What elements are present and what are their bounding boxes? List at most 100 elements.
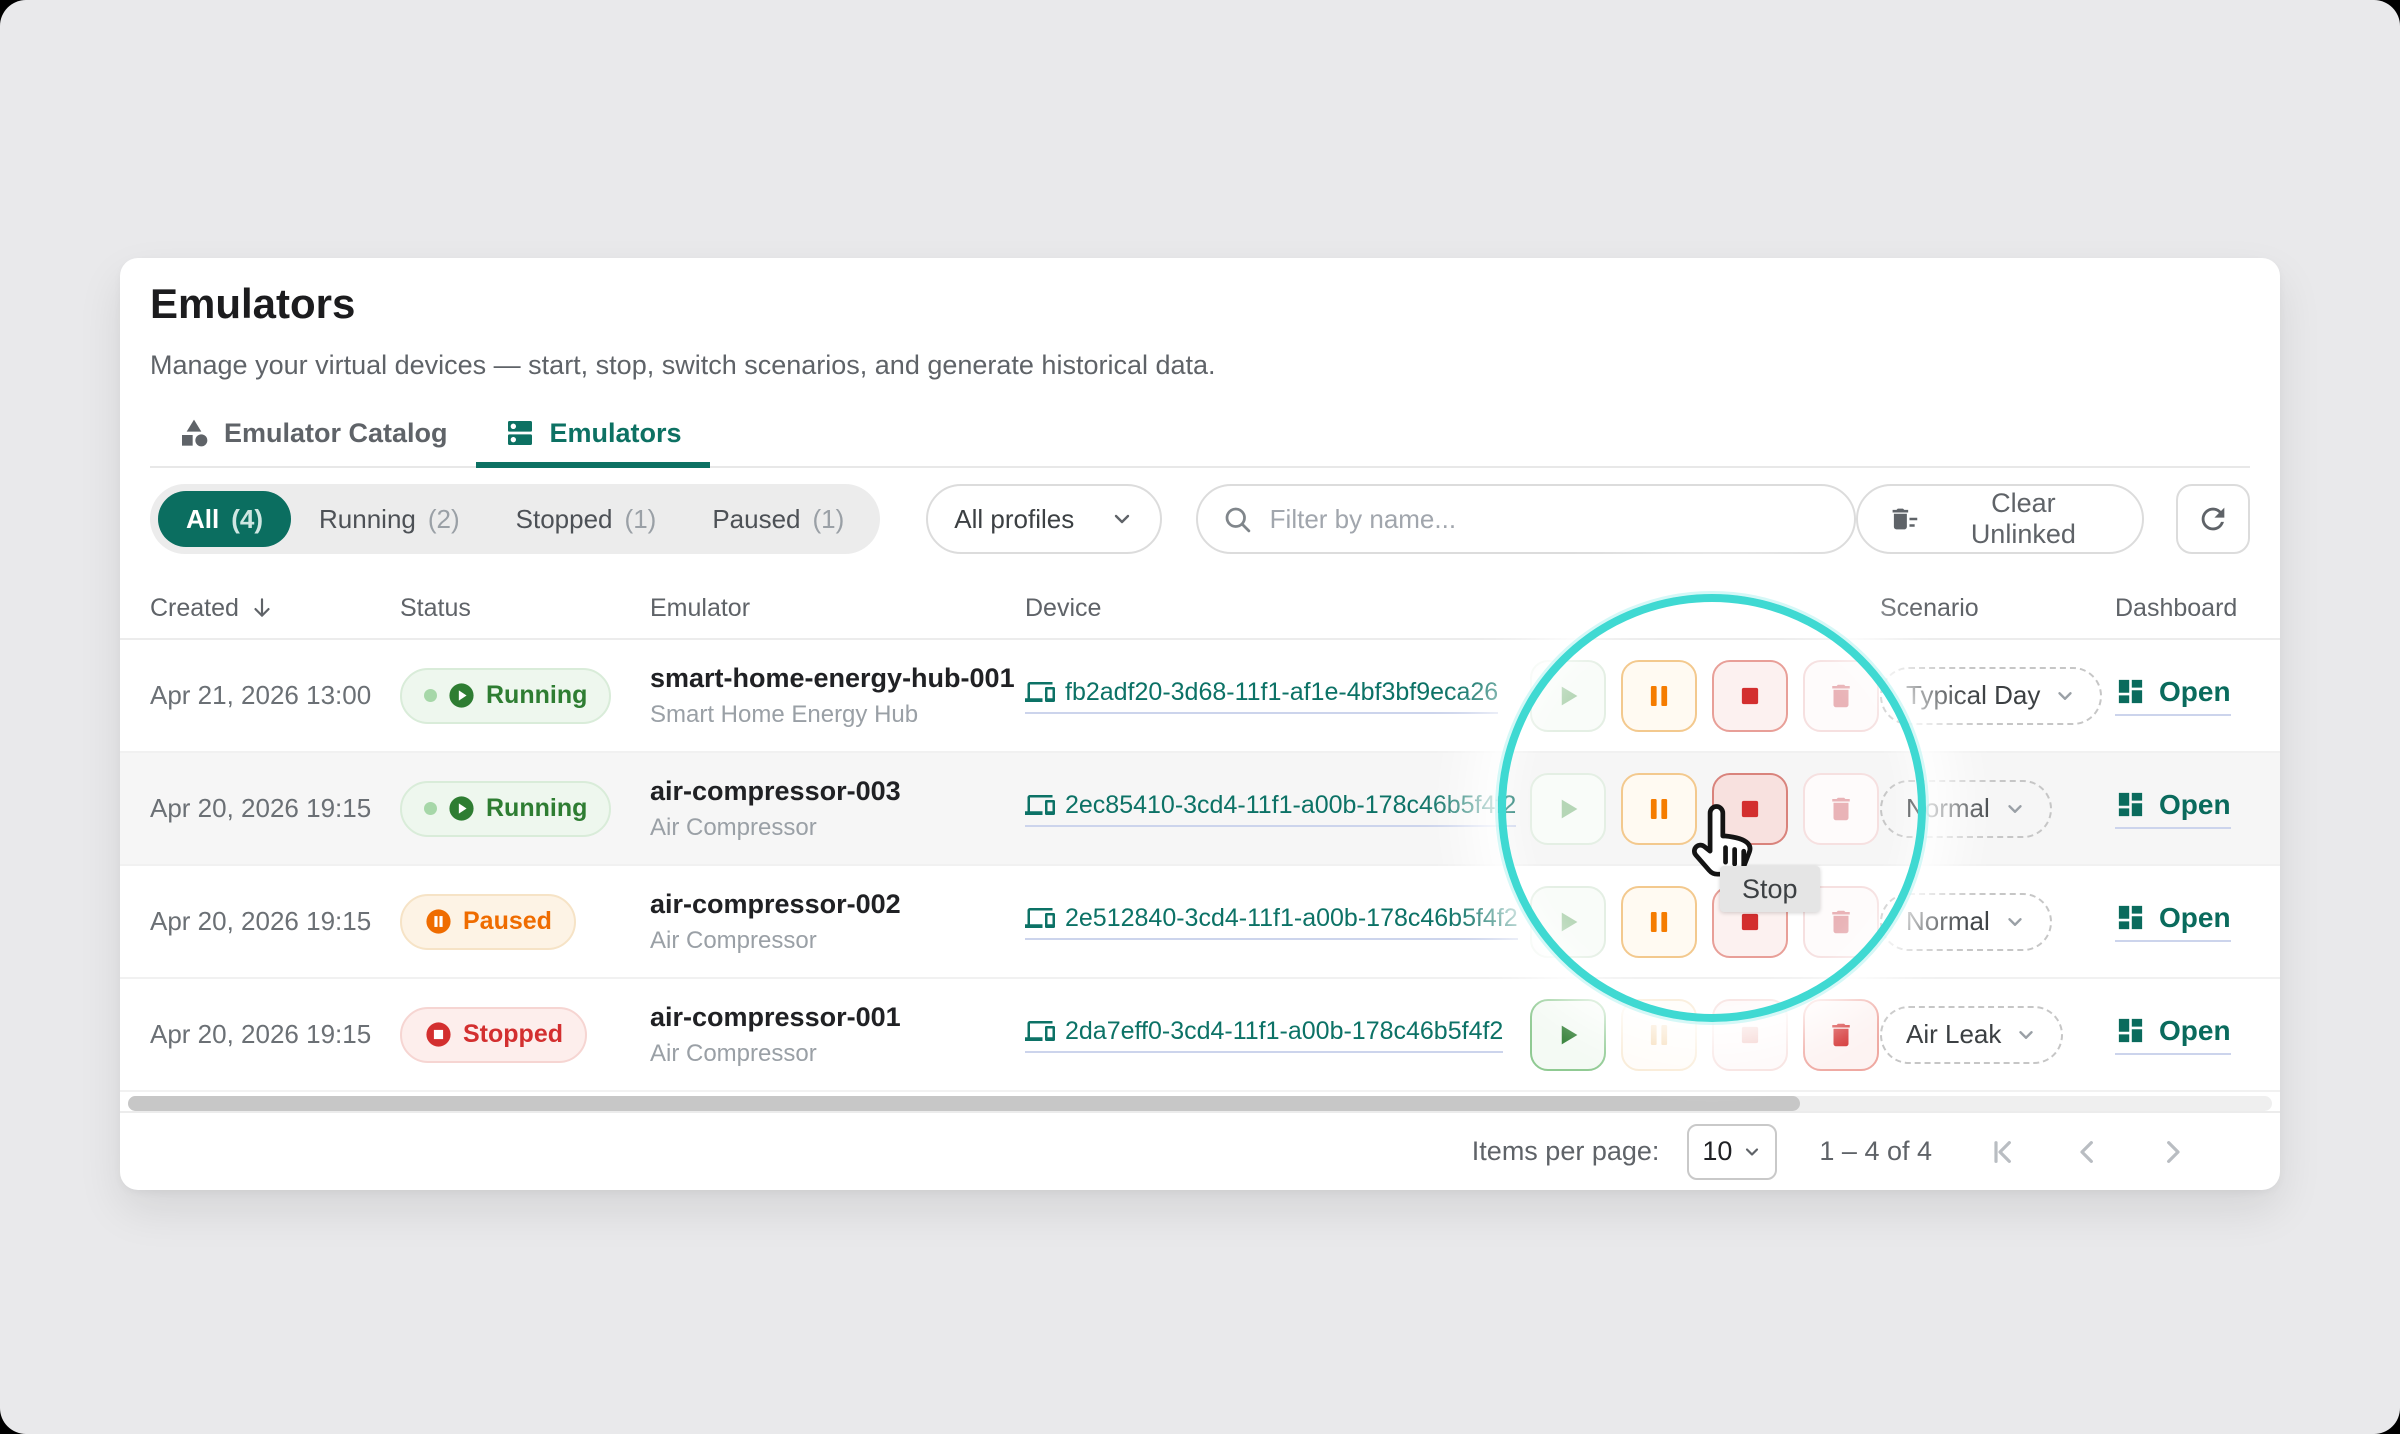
horizontal-scrollbar[interactable] xyxy=(128,1096,2272,1111)
created-cell: Apr 20, 2026 19:15 xyxy=(150,1019,400,1050)
status-badge: Running xyxy=(400,668,611,724)
dashboard-open-link[interactable]: Open xyxy=(2115,789,2231,829)
column-header-created[interactable]: Created xyxy=(150,594,400,623)
arrow-down-icon xyxy=(249,595,275,621)
scenario-select[interactable]: Normal xyxy=(1880,780,2052,838)
dashboard-icon xyxy=(2115,789,2146,820)
stop-button[interactable] xyxy=(1712,660,1788,732)
dashboard-cell: Open xyxy=(2115,902,2250,942)
page-title: Emulators xyxy=(150,280,355,328)
play-circle-icon xyxy=(447,794,476,823)
device-link[interactable]: 2ec85410-3cd4-11f1-a00b-178c46b5f4f2 xyxy=(1025,790,1516,827)
dashboard-open-link[interactable]: Open xyxy=(2115,1015,2231,1055)
devices-icon xyxy=(1025,790,1055,820)
emulators-card: Emulators Manage your virtual devices — … xyxy=(120,258,2280,1190)
trash-icon xyxy=(1826,1020,1856,1050)
delete-button[interactable] xyxy=(1803,773,1879,845)
created-cell: Apr 21, 2026 13:00 xyxy=(150,680,400,711)
device-cell: 2e512840-3cd4-11f1-a00b-178c46b5f4f2 xyxy=(1025,903,1530,940)
scenario-select[interactable]: Normal xyxy=(1880,893,2052,951)
scenario-cell: Typical Day xyxy=(1880,667,2115,725)
start-button[interactable] xyxy=(1530,773,1606,845)
stop-icon xyxy=(1735,794,1765,824)
stop-button[interactable] xyxy=(1712,999,1788,1071)
column-header-dashboard[interactable]: Dashboard xyxy=(2115,594,2250,623)
play-icon xyxy=(1553,794,1583,824)
stop-button[interactable] xyxy=(1712,773,1788,845)
delete-button[interactable] xyxy=(1803,999,1879,1071)
actions-cell xyxy=(1530,660,1880,732)
filter-chip-paused[interactable]: Paused (1) xyxy=(684,491,872,547)
dashboard-icon xyxy=(2115,676,2146,707)
dashboard-open-link[interactable]: Open xyxy=(2115,902,2231,942)
start-button[interactable] xyxy=(1530,886,1606,958)
emulator-type: Air Compressor xyxy=(650,1040,1025,1068)
status-cell: Stopped xyxy=(400,1007,650,1063)
start-button[interactable] xyxy=(1530,999,1606,1071)
stop-tooltip: Stop xyxy=(1720,866,1820,912)
device-id: fb2adf20-3d68-11f1-af1e-4bf3bf9eca26 xyxy=(1065,678,1498,707)
scenario-cell: Normal xyxy=(1880,893,2115,951)
search-input[interactable] xyxy=(1268,503,1830,536)
tab-emulators[interactable]: Emulators xyxy=(476,404,710,468)
filter-chip-stopped[interactable]: Stopped (1) xyxy=(488,491,685,547)
chevron-right-icon[interactable] xyxy=(2156,1136,2188,1168)
status-badge: Paused xyxy=(400,894,576,950)
dns-icon xyxy=(504,417,536,449)
trash-icon xyxy=(1826,681,1856,711)
scenario-select[interactable]: Air Leak xyxy=(1880,1006,2063,1064)
page-range-label: 1 – 4 of 4 xyxy=(1819,1136,1932,1167)
scenario-select[interactable]: Typical Day xyxy=(1880,667,2102,725)
scenario-value: Normal xyxy=(1906,906,1990,937)
scenario-value: Typical Day xyxy=(1906,680,2040,711)
device-link[interactable]: 2e512840-3cd4-11f1-a00b-178c46b5f4f2 xyxy=(1025,903,1518,940)
emulator-cell: smart-home-energy-hub-001 Smart Home Ene… xyxy=(650,663,1025,729)
stop-icon xyxy=(1735,681,1765,711)
emulator-name: smart-home-energy-hub-001 xyxy=(650,663,1025,694)
device-link[interactable]: fb2adf20-3d68-11f1-af1e-4bf3bf9eca26 xyxy=(1025,677,1498,714)
profiles-select[interactable]: All profiles xyxy=(926,484,1161,554)
scrollbar-thumb[interactable] xyxy=(128,1096,1800,1111)
pagination-bar: Items per page: 10 1 – 4 of 4 xyxy=(120,1111,2280,1190)
filter-chip-running[interactable]: Running (2) xyxy=(291,491,488,547)
delete-button[interactable] xyxy=(1803,660,1879,732)
status-badge: Running xyxy=(400,781,611,837)
pause-button[interactable] xyxy=(1621,773,1697,845)
items-per-page-select[interactable]: 10 xyxy=(1687,1124,1777,1180)
device-id: 2ec85410-3cd4-11f1-a00b-178c46b5f4f2 xyxy=(1065,791,1516,820)
tab-emulator-catalog[interactable]: Emulator Catalog xyxy=(150,404,476,468)
device-link[interactable]: 2da7eff0-3cd4-11f1-a00b-178c46b5f4f2 xyxy=(1025,1016,1503,1053)
status-dot xyxy=(424,802,437,815)
refresh-button[interactable] xyxy=(2176,484,2251,554)
table-row: Apr 20, 2026 19:15 Stopped air-compresso… xyxy=(120,979,2280,1092)
status-label: Running xyxy=(486,794,587,823)
items-per-page-label: Items per page: xyxy=(1472,1136,1660,1167)
created-cell: Apr 20, 2026 19:15 xyxy=(150,793,400,824)
pause-icon xyxy=(1644,907,1674,937)
pause-button[interactable] xyxy=(1621,886,1697,958)
column-header-device[interactable]: Device xyxy=(1025,594,1530,623)
pause-button[interactable] xyxy=(1621,999,1697,1071)
play-icon xyxy=(1553,907,1583,937)
status-cell: Running xyxy=(400,668,650,724)
first-page-icon[interactable] xyxy=(1988,1136,2020,1168)
chevron-left-icon[interactable] xyxy=(2072,1136,2104,1168)
status-label: Paused xyxy=(463,907,552,936)
tab-label: Emulators xyxy=(550,418,682,449)
clear-unlinked-button[interactable]: Clear Unlinked xyxy=(1856,484,2143,554)
pause-icon xyxy=(1644,1020,1674,1050)
device-cell: 2da7eff0-3cd4-11f1-a00b-178c46b5f4f2 xyxy=(1025,1016,1530,1053)
pause-button[interactable] xyxy=(1621,660,1697,732)
refresh-icon xyxy=(2196,502,2230,536)
chevron-down-icon xyxy=(2015,1024,2037,1046)
dashboard-open-link[interactable]: Open xyxy=(2115,676,2231,716)
column-header-scenario[interactable]: Scenario xyxy=(1880,594,2115,623)
stop-circle-icon xyxy=(424,1020,453,1049)
column-header-emulator[interactable]: Emulator xyxy=(650,594,1025,623)
filter-chip-all[interactable]: All (4) xyxy=(158,491,291,547)
search-box xyxy=(1196,484,1856,554)
start-button[interactable] xyxy=(1530,660,1606,732)
column-header-status[interactable]: Status xyxy=(400,594,650,623)
emulator-type: Air Compressor xyxy=(650,814,1025,842)
device-cell: 2ec85410-3cd4-11f1-a00b-178c46b5f4f2 xyxy=(1025,790,1530,827)
